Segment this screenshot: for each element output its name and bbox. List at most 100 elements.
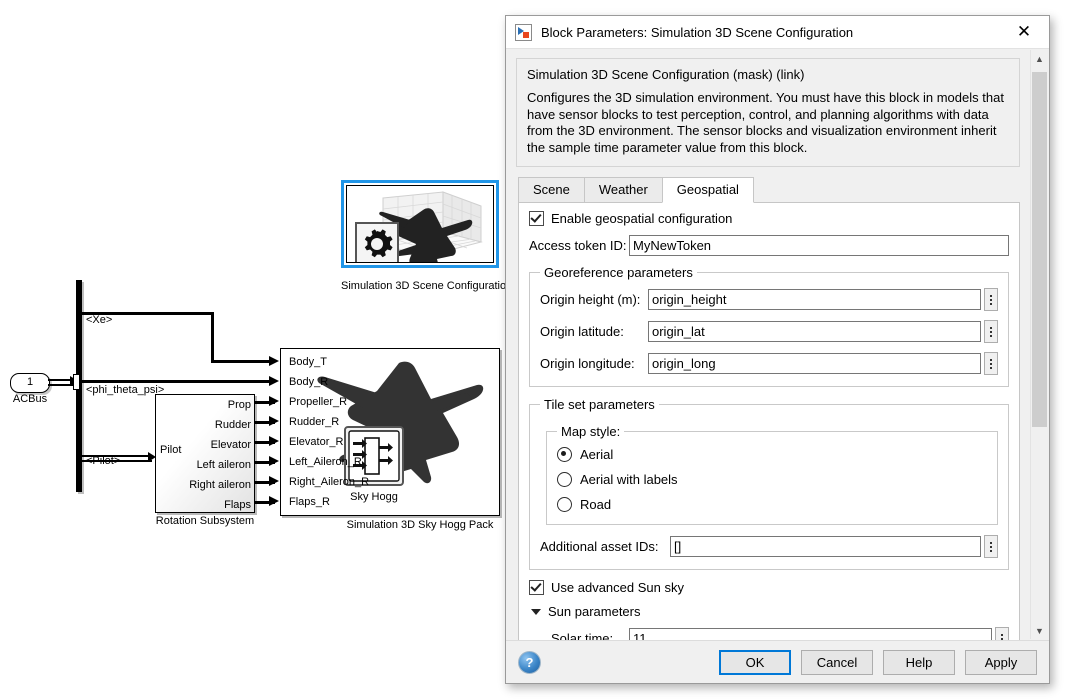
rotation-output-right-aileron: Right aileron [189,479,251,491]
wire-prop-arrow [269,396,279,406]
wire-phi-horizontal [80,380,273,383]
chevron-up-icon[interactable]: ▲ [1031,50,1048,67]
scrollbar-thumb[interactable] [1032,72,1047,427]
block-rotation-subsystem[interactable]: Pilot Prop Rudder Elevator Left aileron … [155,394,255,513]
additional-asset-ids-row: Additional asset IDs: [540,535,998,558]
tab-scene[interactable]: Scene [518,177,585,203]
access-token-input[interactable] [629,235,1009,256]
block-simulation-3d-sky-hogg-pack[interactable]: Sky Hogg Body_T Body_R Propeller_R Rudde… [280,348,500,516]
map-style-group: Map style: Aerial Aerial with labels [546,424,998,525]
block-rotation-subsystem-label: Rotation Subsystem [140,515,270,527]
rotation-output-left-aileron: Left aileron [197,459,251,471]
solar-time-label: Solar time: [551,631,629,640]
origin-latitude-input[interactable] [648,321,981,342]
inport-acbus-label: ACBus [2,393,58,405]
skyhogg-port-flaps-r: Flaps_R [289,496,330,508]
gear-icon [355,222,399,263]
origin-longitude-input[interactable] [648,353,981,374]
rotation-input-label: Pilot [160,444,181,456]
access-token-row: Access token ID: [529,235,1009,256]
help-button[interactable]: Help [883,650,955,675]
additional-asset-ids-more-button[interactable] [984,535,998,558]
origin-latitude-label: Origin latitude: [540,324,648,339]
wire-xe-horizontal-2 [211,360,273,363]
dialog-content: Simulation 3D Scene Configuration (mask)… [506,49,1030,640]
origin-height-label: Origin height (m): [540,292,648,307]
dialog-titlebar[interactable]: Block Parameters: Simulation 3D Scene Co… [506,16,1049,49]
rotation-output-prop: Prop [228,399,251,411]
help-icon[interactable]: ? [518,651,541,674]
wire-phi-arrow [269,376,279,386]
wire-elevator-arrow [269,436,279,446]
origin-height-more-button[interactable] [984,288,998,311]
solar-time-more-button[interactable] [995,627,1009,640]
block-parameters-dialog: Block Parameters: Simulation 3D Scene Co… [505,15,1050,684]
signal-label-pilot: <Pilot> [86,455,120,467]
app-root: 1 ACBus <Xe> <phi_theta_psi> <Pilot> Pil… [0,0,1066,700]
skyhogg-port-propeller-r: Propeller_R [289,396,347,408]
origin-longitude-label: Origin longitude: [540,356,648,371]
close-icon[interactable]: ✕ [1003,17,1045,47]
origin-longitude-row: Origin longitude: [540,352,998,375]
additional-asset-ids-input[interactable] [670,536,981,557]
map-style-aerial-radio[interactable] [557,447,572,462]
skyhogg-port-body-r: Body_R [289,376,328,388]
use-advanced-sun-sky-checkbox[interactable] [529,580,544,595]
simulink-block-icon [515,24,532,41]
map-style-aerial-labels-radio[interactable] [557,472,572,487]
dialog-title: Block Parameters: Simulation 3D Scene Co… [541,25,1003,40]
scrollbar-track[interactable] [1031,67,1048,622]
tab-geospatial[interactable]: Geospatial [662,177,754,203]
ok-button[interactable]: OK [719,650,791,675]
chevron-down-icon[interactable]: ▼ [1031,622,1048,639]
skyhogg-port-body-t: Body_T [289,356,327,368]
tab-weather[interactable]: Weather [584,177,663,203]
enable-geospatial-row[interactable]: Enable geospatial configuration [529,211,1009,226]
description-text: Configures the 3D simulation environment… [527,90,1009,156]
solar-time-input[interactable] [629,628,992,640]
access-token-label: Access token ID: [529,238,629,253]
description-title: Simulation 3D Scene Configuration (mask)… [527,67,1009,82]
dialog-button-group: OK Cancel Help Apply [719,650,1037,675]
origin-longitude-more-button[interactable] [984,352,998,375]
use-advanced-sun-sky-row[interactable]: Use advanced Sun sky [529,580,1009,595]
apply-button[interactable]: Apply [965,650,1037,675]
skyhogg-port-elevator-r: Elevator_R [289,436,343,448]
block-simulation-3d-scene-configuration[interactable] [341,180,499,268]
wire-left-aileron-arrow [269,456,279,466]
rotation-output-rudder: Rudder [215,419,251,431]
vertical-scrollbar[interactable]: ▲ ▼ [1030,50,1048,639]
tile-set-parameters-group: Tile set parameters Map style: Aerial Ae… [529,397,1009,570]
enable-geospatial-label: Enable geospatial configuration [551,211,732,226]
description-group: Simulation 3D Scene Configuration (mask)… [516,58,1020,167]
georeference-parameters-group: Georeference parameters Origin height (m… [529,265,1009,387]
origin-latitude-row: Origin latitude: [540,320,998,343]
bus-selector-port [73,374,80,390]
inport-acbus[interactable]: 1 [10,373,50,393]
solar-time-row: Solar time: [551,627,1009,640]
map-style-road-radio[interactable] [557,497,572,512]
map-style-option-aerial-with-labels[interactable]: Aerial with labels [557,472,987,487]
georeference-legend: Georeference parameters [540,265,697,280]
origin-latitude-more-button[interactable] [984,320,998,343]
signal-label-phi-theta-psi: <phi_theta_psi> [86,384,164,396]
rotation-output-elevator: Elevator [211,439,251,451]
origin-height-input[interactable] [648,289,981,310]
skyhogg-port-rudder-r: Rudder_R [289,416,339,428]
map-style-option-aerial[interactable]: Aerial [557,447,987,462]
dialog-footer: ? OK Cancel Help Apply [506,640,1049,683]
sun-parameters-disclosure[interactable]: Sun parameters [531,604,1009,619]
map-style-option-road[interactable]: Road [557,497,987,512]
map-style-legend: Map style: [557,424,624,439]
wire-xe-arrow [269,356,279,366]
block-scene-configuration-label: Simulation 3D Scene Configuration [341,280,501,292]
skyhogg-port-right-aileron-r: Right_Aileron_R [289,476,369,488]
block-sky-hogg-pack-label: Simulation 3D Sky Hogg Pack [300,519,540,531]
enable-geospatial-checkbox[interactable] [529,211,544,226]
triangle-down-icon [531,609,541,615]
map-style-aerial-label: Aerial [580,447,613,462]
use-advanced-sun-sky-label: Use advanced Sun sky [551,580,684,595]
dialog-body: Simulation 3D Scene Configuration (mask)… [506,49,1049,640]
cancel-button[interactable]: Cancel [801,650,873,675]
wire-flaps-arrow [269,496,279,506]
